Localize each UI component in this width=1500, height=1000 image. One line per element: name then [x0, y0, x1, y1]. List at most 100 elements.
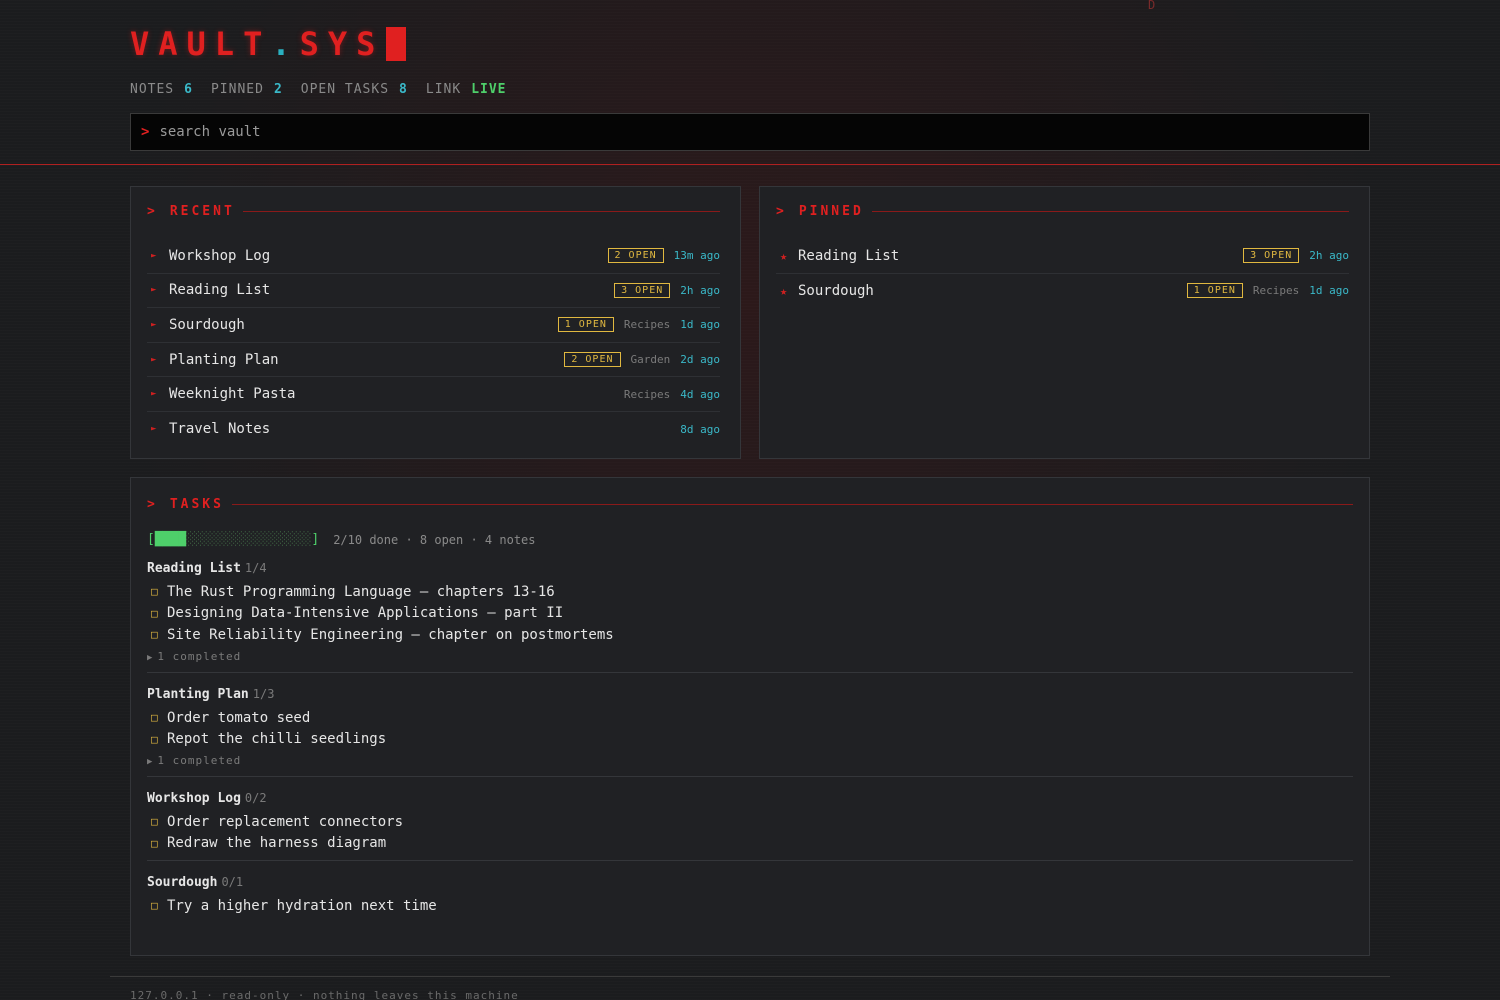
app-logo: VAULT.SYS [130, 24, 1370, 64]
link-status-badge: LIVE [471, 82, 507, 97]
app-header: VAULT.SYS NOTES 6 PINNED 2 OPEN TASKS 8 LIN… [130, 24, 1370, 151]
task-group-reading-list: Reading List 1/4 □ The Rust Programming La… [147, 561, 1353, 673]
checkbox-icon[interactable]: □ [147, 711, 167, 724]
note-row[interactable]: ★ Reading List 3 OPEN 2h ago [776, 239, 1349, 274]
note-age: 1d ago [680, 318, 720, 332]
pinned-list: ★ Reading List 3 OPEN 2h ago ★ Sourdough… [776, 239, 1349, 308]
stat-open-tasks: OPEN TASKS 8 [301, 82, 408, 97]
checkbox-icon[interactable]: □ [147, 815, 167, 828]
stat-label: LINK [425, 82, 462, 97]
heading-rule [242, 210, 720, 212]
stat-link: LINK LIVE [426, 82, 507, 97]
logo-main: VAULT [130, 25, 272, 63]
note-row[interactable]: ► Weeknight Pasta Recipes 4d ago [147, 377, 720, 412]
note-age: 4d ago [680, 387, 720, 401]
pinned-panel: > PINNED ★ Reading List 3 OPEN 2h ago ★ … [759, 186, 1370, 459]
triangle-bullet-icon: ► [151, 424, 157, 435]
note-row[interactable]: ► Travel Notes 8d ago [147, 412, 720, 447]
task-group-planting-plan: Planting Plan 1/3 □ Order tomato seed □ Rep… [147, 687, 1353, 777]
completed-toggle[interactable]: ▶ 1 completed [147, 650, 1353, 666]
star-icon: ★ [780, 248, 788, 263]
task-group-workshop-log: Workshop Log 0/2 □ Order replacement conne… [147, 790, 1353, 862]
group-count: 0/2 [244, 790, 267, 805]
corner-mark: D [1148, 0, 1156, 12]
task-item[interactable]: □ Redraw the harness diagram [147, 833, 1353, 855]
task-item[interactable]: □ The Rust Programming Language — chapter… [147, 581, 1353, 603]
note-row[interactable]: ► Planting Plan 2 OPEN Garden 2d ago [147, 343, 720, 378]
footer: 127.0.0.1 · read-only · nothing leaves t… [110, 976, 1390, 1000]
task-item[interactable]: □ Try a higher hydration next time [147, 895, 1353, 917]
task-text: Repot the chilli seedlings [167, 731, 387, 748]
open-badge: 3 OPEN [1243, 248, 1300, 264]
heading-rule [871, 210, 1349, 212]
recent-panel: > RECENT ► Workshop Log 2 OPEN 13m ago ►… [130, 186, 741, 459]
header-divider [0, 164, 1500, 165]
pinned-heading: > PINNED [776, 201, 1349, 221]
checkbox-icon[interactable]: □ [147, 733, 167, 746]
task-text: Order replacement connectors [167, 813, 404, 830]
note-age: 13m ago [673, 249, 720, 263]
group-count: 1/3 [252, 686, 275, 701]
task-progress: [████░░░░░░░░░░░░░░░░] 2/10 done · 8 ope… [147, 532, 1353, 547]
stats-bar: NOTES 6 PINNED 2 OPEN TASKS 8 LINK LIVE [130, 82, 1370, 97]
search-input[interactable] [159, 124, 1310, 140]
search-bar[interactable]: > [130, 113, 1370, 151]
task-group-title: Planting Plan 1/3 [147, 687, 1353, 707]
checkbox-icon[interactable]: □ [147, 628, 167, 641]
progress-summary: 2/10 done · 8 open · 4 notes [333, 532, 536, 547]
task-item[interactable]: □ Designing Data-Intensive Applications —… [147, 603, 1353, 625]
triangle-bullet-icon: ► [151, 354, 157, 365]
note-row[interactable]: ► Sourdough 1 OPEN Recipes 1d ago [147, 308, 720, 343]
panel-title: PINNED [798, 203, 864, 219]
footer-text: 127.0.0.1 · read-only · nothing leaves t… [130, 989, 519, 1000]
note-row[interactable]: ► Workshop Log 2 OPEN 13m ago [147, 239, 720, 274]
checkbox-icon[interactable]: □ [147, 607, 167, 620]
stat-label: OPEN TASKS [300, 82, 390, 97]
task-group-title: Sourdough 0/1 [147, 875, 1353, 895]
completed-label: 1 completed [157, 753, 242, 767]
stat-value: 6 [184, 82, 193, 97]
note-title: Planting Plan [169, 351, 279, 368]
note-age: 2h ago [680, 283, 720, 297]
panel-title: TASKS [169, 496, 224, 512]
note-row[interactable]: ► Reading List 3 OPEN 2h ago [147, 274, 720, 309]
checkbox-icon[interactable]: □ [147, 837, 167, 850]
stat-label: PINNED [210, 82, 264, 97]
stat-label: NOTES [130, 82, 175, 97]
note-age: 8d ago [680, 422, 720, 436]
completed-label: 1 completed [157, 649, 242, 663]
prompt-icon: > [141, 124, 150, 140]
note-title: Reading List [169, 282, 271, 299]
note-title: Sourdough [169, 316, 245, 333]
triangle-bullet-icon: ► [151, 250, 157, 261]
note-row[interactable]: ★ Sourdough 1 OPEN Recipes 1d ago [776, 274, 1349, 309]
triangle-bullet-icon: ► [151, 319, 157, 330]
task-item[interactable]: □ Order replacement connectors [147, 811, 1353, 833]
note-tag: Garden [630, 353, 671, 367]
task-item[interactable]: □ Order tomato seed [147, 707, 1353, 729]
triangle-bullet-icon: ► [151, 285, 157, 296]
recent-list: ► Workshop Log 2 OPEN 13m ago ► Reading … [147, 239, 720, 447]
note-title: Travel Notes [169, 421, 271, 438]
task-group-title: Reading List 1/4 [147, 561, 1353, 581]
task-text: Order tomato seed [167, 709, 311, 726]
checkbox-icon[interactable]: □ [147, 899, 167, 912]
task-item[interactable]: □ Repot the chilli seedlings [147, 728, 1353, 750]
task-item[interactable]: □ Site Reliability Engineering — chapter … [147, 624, 1353, 646]
heading-rule [231, 503, 1353, 505]
tasks-panel: > TASKS [████░░░░░░░░░░░░░░░░] 2/10 done… [130, 477, 1370, 956]
blinking-cursor-icon [386, 27, 407, 61]
note-title: Weeknight Pasta [169, 386, 296, 403]
open-badge: 2 OPEN [564, 352, 621, 368]
logo-ext: SYS [299, 25, 385, 63]
group-count: 0/1 [221, 875, 244, 890]
note-tag: Recipes [623, 387, 671, 401]
group-count: 1/4 [244, 561, 267, 575]
checkbox-icon[interactable]: □ [147, 585, 167, 598]
note-title: Workshop Log [169, 247, 271, 264]
completed-toggle[interactable]: ▶ 1 completed [147, 754, 1353, 770]
open-badge: 2 OPEN [607, 248, 664, 264]
prompt-icon: > [776, 203, 787, 219]
stat-value: 8 [399, 82, 408, 97]
recent-heading: > RECENT [147, 201, 720, 221]
